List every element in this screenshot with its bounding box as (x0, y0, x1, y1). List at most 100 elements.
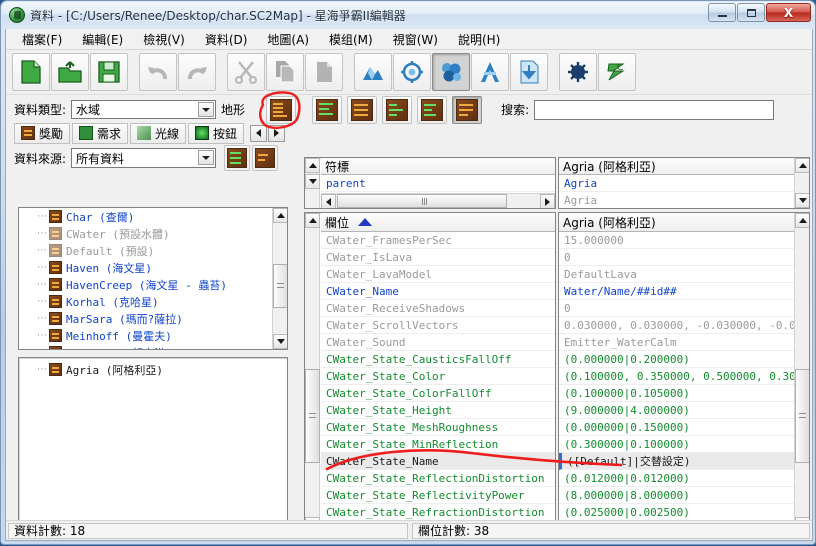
value-row[interactable]: DefaultLava (559, 266, 794, 283)
view-tree-button[interactable] (312, 95, 343, 124)
value-row[interactable]: (0.100000|0.105000) (559, 385, 794, 402)
selected-tree-item[interactable]: ⋯ Agria (阿格利亞) (19, 361, 287, 378)
token-header[interactable]: 符標 (321, 158, 555, 175)
save-button[interactable] (90, 53, 128, 91)
copy-button[interactable] (266, 53, 304, 91)
tree-item-cwater[interactable]: ⋯ CWater (預設水體) (19, 225, 272, 242)
field-row[interactable]: CWater_State_Height (321, 402, 555, 419)
field-row[interactable]: CWater_ScrollVectors (321, 317, 555, 334)
menu-data[interactable]: 資料(D) (195, 29, 258, 50)
value-row[interactable]: 0.030000, 0.030000, -0.030000, -0.0 (559, 317, 794, 334)
value-row[interactable]: 0 (559, 300, 794, 317)
field-scroll-column[interactable] (305, 213, 320, 532)
terrain-data-button[interactable] (266, 95, 297, 124)
object-tree-list[interactable]: ⋯ Char (查爾) ⋯ CWater (預設水體) ⋯ Default (預… (19, 208, 272, 349)
value-row[interactable]: Water/Name/##id## (559, 283, 794, 300)
field-row[interactable]: CWater_State_ColorFallOff (321, 385, 555, 402)
value-row[interactable]: ([Default]|交替設定) (559, 453, 794, 470)
field-row[interactable]: CWater_State_ReflectionDistortion (321, 470, 555, 487)
data-module-button[interactable] (432, 53, 470, 91)
value-row[interactable]: 15.000000 (559, 232, 794, 249)
field-panel[interactable]: 欄位 CWater_FramesPerSec CWater_IsLava CWate… (304, 212, 556, 533)
menu-help[interactable]: 說明(H) (448, 29, 510, 50)
scrollbar-thumb[interactable] (273, 264, 287, 308)
minimize-button[interactable] (708, 3, 736, 22)
field-list[interactable]: 欄位 CWater_FramesPerSec CWater_IsLava CWate… (321, 213, 555, 532)
tree-item-korhal[interactable]: ⋯ Korhal (克哈星) (19, 293, 272, 310)
token-hscrollbar[interactable] (321, 193, 555, 208)
data-type-combo[interactable]: 水域 (71, 100, 217, 119)
object-tree-panel[interactable]: ⋯ Char (查爾) ⋯ CWater (預設水體) ⋯ Default (預… (18, 207, 288, 350)
tree-item-default[interactable]: ⋯ Default (預設) (19, 242, 272, 259)
value-scrollbar[interactable] (794, 213, 809, 532)
new-document-button[interactable] (12, 53, 50, 91)
tab-button[interactable]: 按鈕 (188, 122, 245, 144)
tab-scroll-left-button[interactable] (250, 124, 268, 142)
undo-button[interactable] (139, 53, 177, 91)
menu-view[interactable]: 檢視(V) (133, 29, 195, 50)
selected-object-panel[interactable]: ⋯ Agria (阿格利亞) (18, 357, 288, 533)
tree-item-marsara[interactable]: ⋯ MarSara (瑪而?薩拉) (19, 310, 272, 327)
trigger-module-button[interactable] (393, 53, 431, 91)
value-row[interactable]: (0.000000|0.150000) (559, 419, 794, 436)
token-value-header[interactable]: Agria (阿格利亞) (559, 158, 794, 175)
value-rows-container[interactable]: 15.000000 0 DefaultLava Water/Name/##id## 0 0… (559, 232, 794, 521)
scroll-up-button[interactable] (273, 208, 287, 223)
hscroll-right-button[interactable] (540, 194, 555, 208)
tree-item-portzion[interactable]: ⋯ PortZion (錫安港) (19, 344, 272, 349)
text-module-button[interactable] (471, 53, 509, 91)
source-combo[interactable]: 所有資料 (71, 148, 217, 168)
token-value-scrollbar[interactable] (794, 158, 809, 208)
field-row[interactable]: CWater_State_RefractionDistortion (321, 504, 555, 521)
value-row[interactable]: (0.100000, 0.350000, 0.500000, 0.30 (559, 368, 794, 385)
field-rows-container[interactable]: CWater_FramesPerSec CWater_IsLava CWater_L… (321, 232, 555, 521)
scroll-up-button[interactable] (795, 158, 809, 173)
maximize-button[interactable] (737, 3, 765, 22)
source-edit-button[interactable] (224, 145, 251, 171)
field-row[interactable]: CWater_LavaModel (321, 266, 555, 283)
menu-module[interactable]: 模组(M) (319, 29, 383, 50)
scroll-down-button[interactable] (795, 193, 809, 208)
token-list[interactable]: 符標 parent (321, 158, 555, 208)
field-row[interactable]: CWater_Name (321, 283, 555, 300)
launch-game-button[interactable]: C (598, 53, 636, 91)
field-row[interactable]: CWater_FramesPerSec (321, 232, 555, 249)
field-row[interactable]: CWater_State_ReflectivityPower (321, 487, 555, 504)
cut-button[interactable] (227, 53, 265, 91)
token-value-row[interactable]: Agria (559, 192, 794, 208)
field-row[interactable]: CWater_State_MinReflection (321, 436, 555, 453)
menu-window[interactable]: 視窗(W) (383, 29, 448, 50)
value-row[interactable]: (9.000000|4.000000) (559, 402, 794, 419)
value-row[interactable]: 0 (559, 249, 794, 266)
field-row[interactable]: CWater_ReceiveShadows (321, 300, 555, 317)
view-sort-button[interactable] (452, 95, 483, 124)
token-row[interactable]: parent (321, 175, 555, 192)
scroll-down-button[interactable] (273, 334, 287, 349)
field-row[interactable]: CWater_State_CausticsFallOff (321, 351, 555, 368)
value-column-header[interactable]: Agria (阿格利亞) (559, 213, 794, 232)
chevron-down-icon[interactable] (198, 102, 215, 117)
value-row[interactable]: (8.000000|8.000000) (559, 487, 794, 504)
token-scroll-down-button[interactable] (305, 174, 320, 189)
value-row[interactable]: (0.300000|0.100000) (559, 436, 794, 453)
value-row[interactable]: (0.025000|0.002500) (559, 504, 794, 521)
value-row[interactable]: (0.012000|0.012000) (559, 470, 794, 487)
tab-reward[interactable]: 獎勵 (14, 122, 71, 144)
scroll-up-button[interactable] (795, 213, 809, 228)
field-row[interactable]: CWater_Sound (321, 334, 555, 351)
token-scroll-up-button[interactable] (305, 158, 320, 173)
open-folder-button[interactable] (51, 53, 89, 91)
field-row[interactable]: CWater_State_Name (321, 453, 555, 470)
token-panel[interactable]: 符標 parent (304, 157, 556, 209)
tab-light[interactable]: 光線 (130, 122, 187, 144)
search-input[interactable] (534, 99, 775, 120)
object-tree-scrollbar[interactable] (272, 208, 287, 349)
tab-scroll-right-button[interactable] (268, 124, 286, 142)
tree-item-meinhoff[interactable]: ⋯ Meinhoff (曼霍夫) (19, 327, 272, 344)
field-row[interactable]: CWater_IsLava (321, 249, 555, 266)
ai-module-button[interactable] (559, 53, 597, 91)
tree-item-haven[interactable]: ⋯ Haven (海文星) (19, 259, 272, 276)
field-scrollbar-thumb[interactable] (305, 369, 320, 463)
redo-button[interactable] (178, 53, 216, 91)
menu-file[interactable]: 檔案(F) (12, 29, 72, 50)
